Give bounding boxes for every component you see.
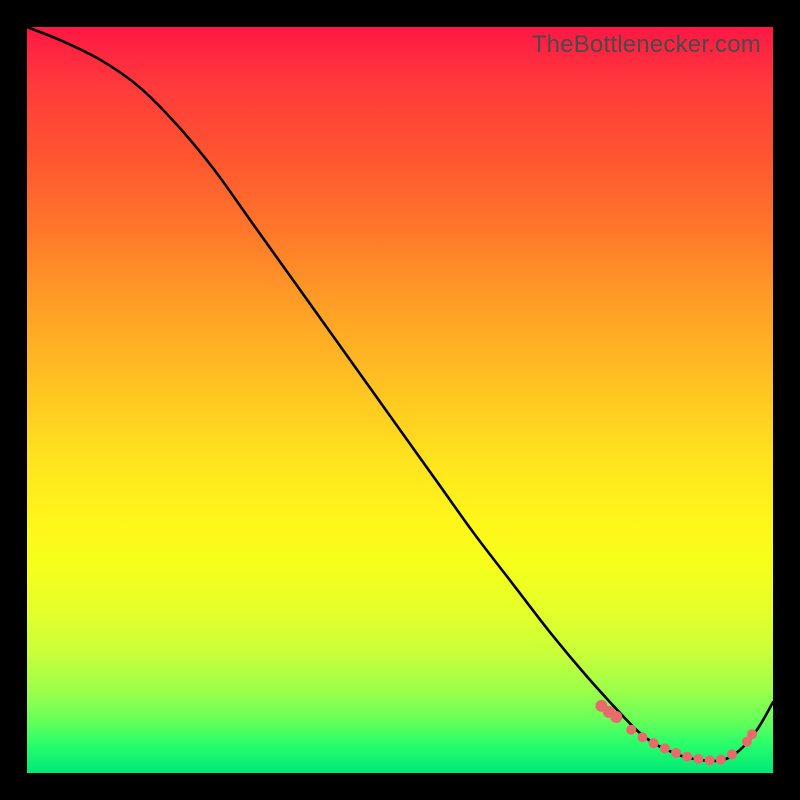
marker-dot [610,711,622,723]
marker-dot [716,755,726,765]
chart-svg [27,27,773,773]
bottleneck-curve [27,27,773,761]
marker-dot [705,755,715,765]
marker-group [595,700,757,765]
marker-dot [626,725,636,735]
marker-dot [660,743,670,753]
marker-dot [747,729,757,739]
marker-dot [649,738,659,748]
marker-dot [671,748,681,758]
marker-dot [693,754,703,764]
marker-dot [727,749,737,759]
watermark-text: TheBottlenecker.com [532,31,761,59]
chart-frame: TheBottlenecker.com [27,27,773,773]
marker-dot [637,732,647,742]
marker-dot [682,752,692,762]
